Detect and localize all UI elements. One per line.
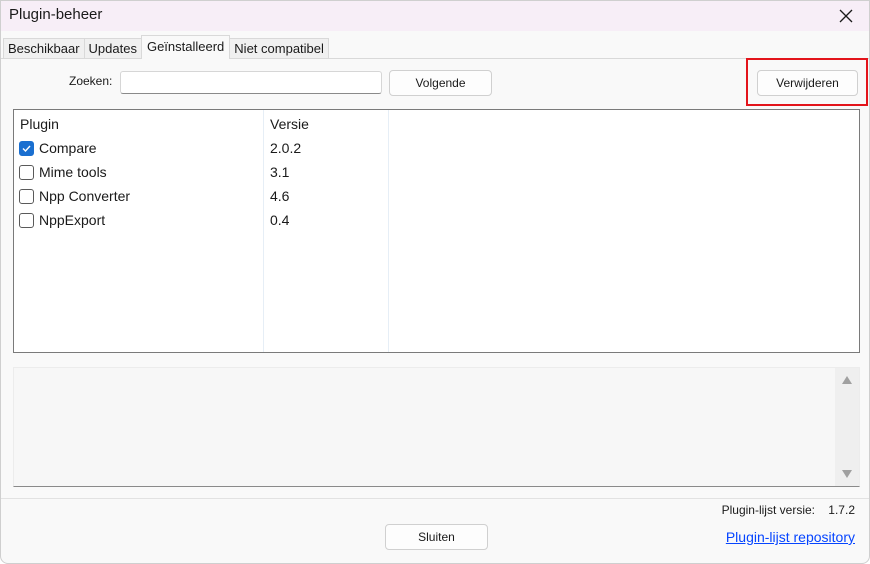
next-button[interactable]: Volgende — [389, 70, 492, 96]
plugin-list-version-label: Plugin-lijst versie: — [721, 503, 815, 517]
list-item[interactable]: NppExport 0.4 — [18, 210, 858, 234]
title-bar: Plugin-beheer — [1, 1, 869, 31]
plugin-name: Compare — [39, 140, 97, 156]
tab-divider — [1, 58, 869, 59]
plugin-list[interactable]: Plugin Versie Compare 2.0.2 Mime tools 3… — [13, 109, 860, 353]
scroll-down-arrow-icon[interactable] — [842, 470, 852, 478]
plugin-version: 4.6 — [270, 188, 290, 204]
tab-installed[interactable]: Geïnstalleerd — [140, 35, 231, 59]
plugin-version: 3.1 — [270, 164, 290, 180]
repository-link[interactable]: Plugin-lijst repository — [726, 529, 855, 545]
plugin-version: 2.0.2 — [270, 140, 302, 156]
plugin-version: 0.4 — [270, 212, 290, 228]
tab-bar: Beschikbaar Updates Geïnstalleerd Niet c… — [3, 35, 329, 59]
list-item[interactable]: Compare 2.0.2 — [18, 138, 858, 162]
close-button[interactable]: Sluiten — [385, 524, 488, 550]
list-item[interactable]: Mime tools 3.1 — [18, 162, 858, 186]
plugin-name: Npp Converter — [39, 188, 131, 204]
scroll-up-arrow-icon[interactable] — [842, 376, 852, 384]
remove-button[interactable]: Verwijderen — [757, 70, 858, 96]
tab-updates[interactable]: Updates — [83, 38, 142, 59]
footer-divider — [1, 498, 869, 499]
close-icon — [839, 9, 853, 23]
plugin-manager-dialog: Plugin-beheer Beschikbaar Updates Geïnst… — [0, 0, 870, 564]
tab-incompatible[interactable]: Niet compatibel — [229, 38, 329, 59]
plugin-list-version-value: 1.7.2 — [828, 503, 855, 517]
checkmark-icon — [22, 145, 31, 153]
plugin-checkbox[interactable] — [19, 189, 34, 204]
window-title: Plugin-beheer — [9, 6, 103, 23]
search-input[interactable] — [120, 71, 382, 94]
plugin-checkbox[interactable] — [19, 213, 34, 228]
plugin-name: Mime tools — [39, 164, 107, 180]
list-item[interactable]: Npp Converter 4.6 — [18, 186, 858, 210]
plugin-checkbox[interactable] — [19, 141, 34, 156]
plugin-name: NppExport — [39, 212, 106, 228]
column-header-version[interactable]: Versie — [270, 116, 309, 132]
column-header-plugin[interactable]: Plugin — [20, 116, 59, 132]
description-box[interactable] — [13, 367, 860, 487]
description-scrollbar[interactable] — [835, 368, 859, 486]
tab-available[interactable]: Beschikbaar — [3, 38, 85, 59]
plugin-checkbox[interactable] — [19, 165, 34, 180]
search-label: Zoeken: — [69, 74, 113, 88]
close-window-button[interactable] — [823, 1, 869, 31]
